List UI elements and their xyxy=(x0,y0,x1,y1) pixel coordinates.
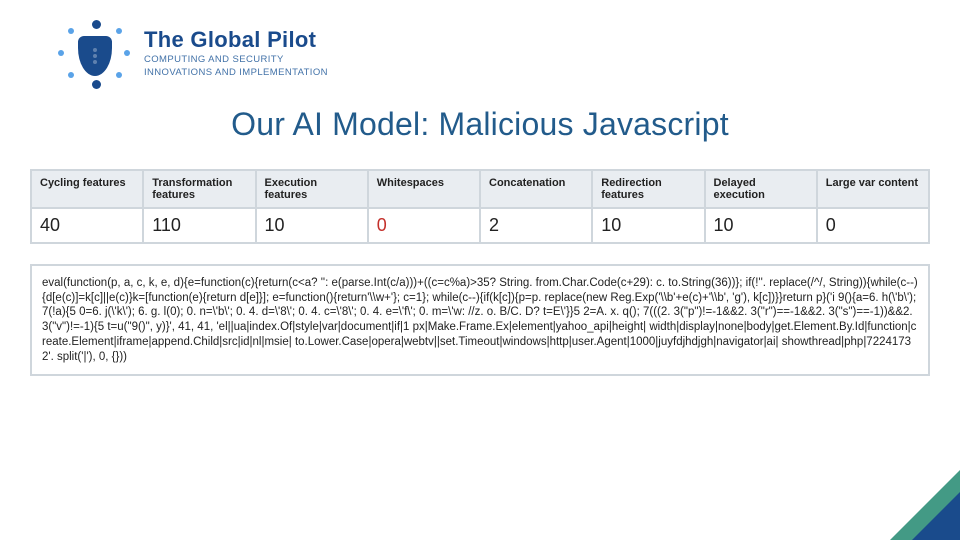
col-header: Delayed execution xyxy=(705,170,817,208)
features-table: Cycling features Transformation features… xyxy=(30,169,930,244)
table-row: 40 110 10 0 2 10 10 0 xyxy=(31,208,929,243)
col-header: Large var content xyxy=(817,170,929,208)
brand-subtitle-1: COMPUTING AND SECURITY xyxy=(144,55,328,66)
col-header: Transformation features xyxy=(143,170,255,208)
shield-icon xyxy=(60,18,130,88)
brand-logo: The Global Pilot COMPUTING AND SECURITY … xyxy=(60,18,328,88)
col-header: Whitespaces xyxy=(368,170,480,208)
cell: 0 xyxy=(368,208,480,243)
col-header: Execution features xyxy=(256,170,368,208)
brand-subtitle-2: INNOVATIONS AND IMPLEMENTATION xyxy=(144,68,328,79)
page-title: Our AI Model: Malicious Javascript xyxy=(30,106,930,143)
code-block: eval(function(p, a, c, k, e, d){e=functi… xyxy=(30,264,930,376)
col-header: Redirection features xyxy=(592,170,704,208)
cell: 2 xyxy=(480,208,592,243)
cell: 10 xyxy=(256,208,368,243)
cell: 40 xyxy=(31,208,143,243)
cell: 0 xyxy=(817,208,929,243)
cell: 110 xyxy=(143,208,255,243)
col-header: Concatenation xyxy=(480,170,592,208)
corner-accent-icon xyxy=(912,492,960,540)
cell: 10 xyxy=(592,208,704,243)
table-header-row: Cycling features Transformation features… xyxy=(31,170,929,208)
cell: 10 xyxy=(705,208,817,243)
col-header: Cycling features xyxy=(31,170,143,208)
code-text: eval(function(p, a, c, k, e, d){e=functi… xyxy=(42,276,918,364)
brand-title: The Global Pilot xyxy=(144,27,328,52)
